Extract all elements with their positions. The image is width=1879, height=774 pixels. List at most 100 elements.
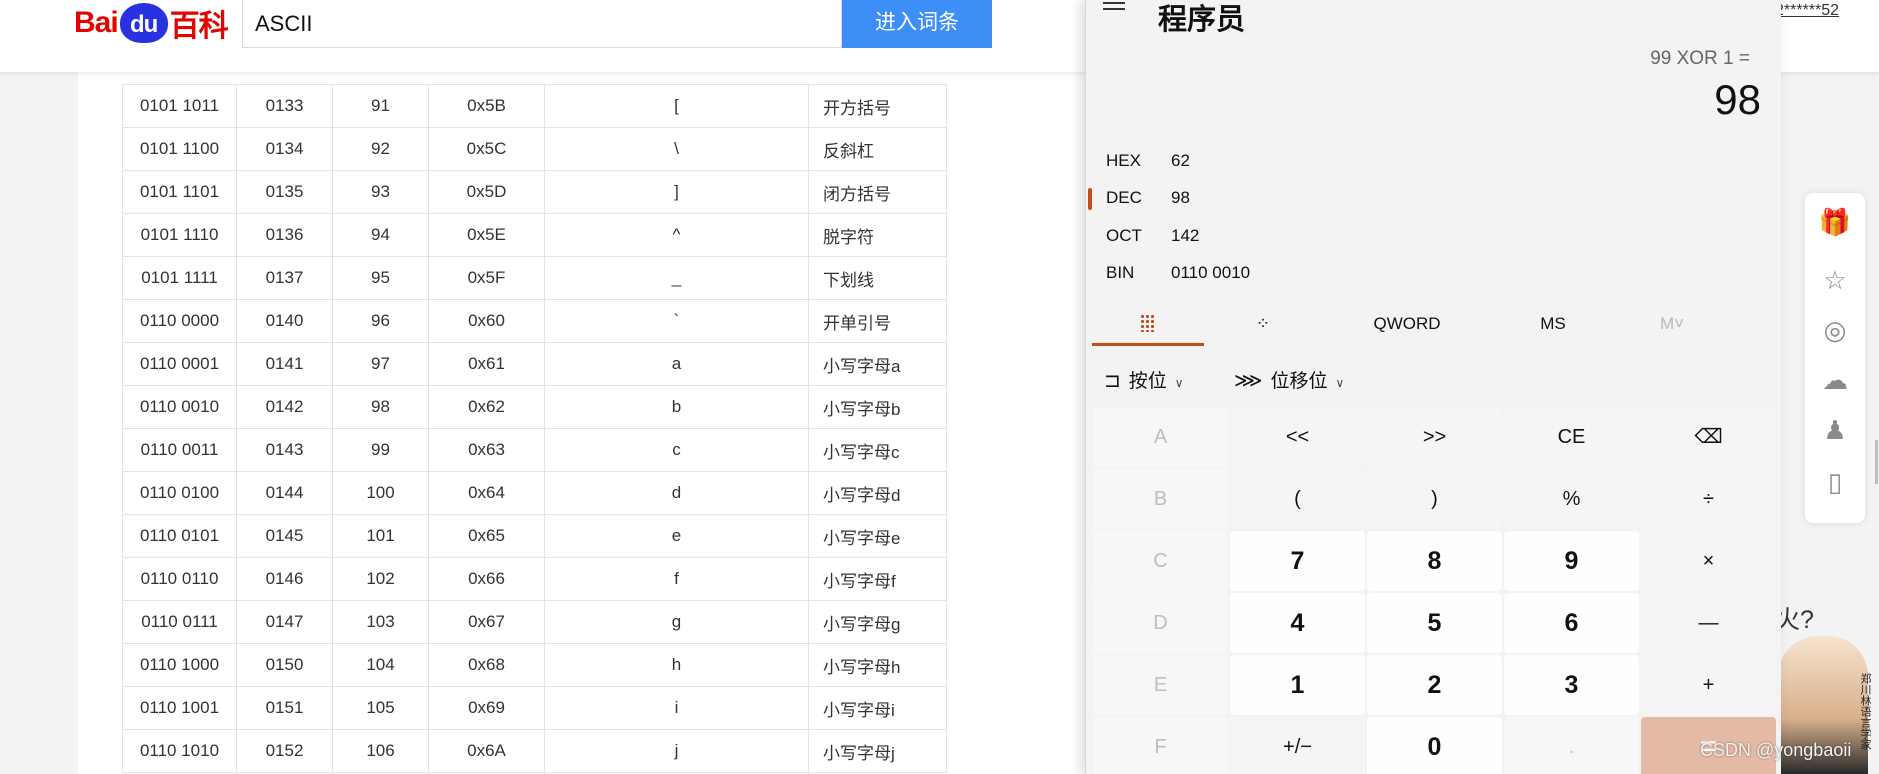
- calculator-mode-title: 程序员: [1158, 2, 1246, 36]
- digit-3-key[interactable]: 3: [1504, 655, 1639, 715]
- full-keypad-tab[interactable]: [1092, 306, 1204, 346]
- gift-icon[interactable]: 🎁: [1818, 205, 1852, 239]
- digit-4-key[interactable]: 4: [1230, 593, 1365, 653]
- hex-cell: 0x60: [428, 299, 545, 343]
- table-row: 0110 0100 0144 100 0x64 d 小写字母d: [122, 471, 947, 515]
- binary-cell: 0110 1001: [122, 686, 237, 730]
- weibo-icon[interactable]: ◎: [1818, 313, 1852, 347]
- chevron-down-icon: ∨: [1174, 376, 1184, 390]
- radix-oct[interactable]: OCT 142: [1086, 222, 1386, 252]
- modulo-key[interactable]: %: [1504, 469, 1639, 529]
- page-scrollbar[interactable]: [1875, 440, 1878, 484]
- hex-label: HEX: [1106, 151, 1141, 170]
- memory-store-button[interactable]: MS: [1492, 306, 1614, 346]
- digit-2-key[interactable]: 2: [1367, 655, 1502, 715]
- binary-cell: 0110 0001: [122, 342, 237, 386]
- radix-hex[interactable]: HEX 62: [1086, 147, 1386, 177]
- qq-icon[interactable]: ♟: [1818, 413, 1852, 447]
- bin-value: 0110 0010: [1171, 263, 1251, 282]
- radix-bin[interactable]: BIN 0110 0010: [1086, 259, 1386, 289]
- binary-cell: 0110 0101: [122, 514, 237, 558]
- decimal-cell: 94: [332, 213, 429, 257]
- octal-cell: 0140: [236, 299, 333, 343]
- binary-cell: 0101 1111: [122, 256, 237, 300]
- hex-a-key[interactable]: A: [1093, 407, 1228, 467]
- expression-display: 99 XOR 1 =: [1650, 48, 1750, 69]
- divide-key[interactable]: ÷: [1641, 469, 1776, 529]
- decimal-key[interactable]: .: [1504, 717, 1639, 774]
- char-cell: ]: [544, 170, 809, 214]
- decimal-cell: 98: [332, 385, 429, 429]
- ad-caption: 郑川林语言学家: [1859, 673, 1871, 750]
- decimal-cell: 102: [332, 557, 429, 601]
- binary-cell: 0110 1000: [122, 643, 237, 687]
- digit-8-key[interactable]: 8: [1367, 531, 1502, 591]
- table-row: 0110 0001 0141 97 0x61 a 小写字母a: [122, 342, 947, 386]
- right-paren-key[interactable]: ): [1367, 469, 1502, 529]
- char-cell: `: [544, 299, 809, 343]
- digit-6-key[interactable]: 6: [1504, 593, 1639, 653]
- hex-value: 62: [1171, 151, 1190, 170]
- subtract-key[interactable]: —: [1641, 593, 1776, 653]
- backspace-key[interactable]: ⌫: [1641, 407, 1776, 467]
- baidu-baike-logo[interactable]: Bai du 百科: [74, 2, 229, 44]
- memory-view-button[interactable]: M˅: [1622, 306, 1722, 346]
- char-cell: _: [544, 256, 809, 300]
- enter-entry-button[interactable]: 进入词条: [842, 0, 992, 48]
- bitshift-dropdown[interactable]: ⋙ 位移位 ∨: [1234, 366, 1344, 393]
- table-row: 0101 1110 0136 94 0x5E ^ 脱字符: [122, 213, 947, 257]
- decimal-cell: 101: [332, 514, 429, 558]
- hex-f-key[interactable]: F: [1093, 717, 1228, 774]
- char-cell: e: [544, 514, 809, 558]
- star-icon[interactable]: ☆: [1818, 263, 1852, 297]
- table-row: 0110 1001 0151 105 0x69 i 小写字母i: [122, 686, 947, 730]
- multiply-key[interactable]: ×: [1641, 531, 1776, 591]
- hex-cell: 0x5F: [428, 256, 545, 300]
- hex-cell: 0x63: [428, 428, 545, 472]
- char-cell: f: [544, 557, 809, 601]
- left-shift-key[interactable]: <<: [1230, 407, 1365, 467]
- decimal-cell: 106: [332, 729, 429, 773]
- binary-cell: 0101 1011: [122, 84, 237, 128]
- wechat-icon[interactable]: ☁: [1818, 363, 1852, 397]
- hex-c-key[interactable]: C: [1093, 531, 1228, 591]
- table-row: 0110 0000 0140 96 0x60 ` 开单引号: [122, 299, 947, 343]
- octal-cell: 0135: [236, 170, 333, 214]
- char-cell: ^: [544, 213, 809, 257]
- octal-cell: 0145: [236, 514, 333, 558]
- decimal-cell: 96: [332, 299, 429, 343]
- digit-1-key[interactable]: 1: [1230, 655, 1365, 715]
- hex-d-key[interactable]: D: [1093, 593, 1228, 653]
- bitwise-dropdown[interactable]: ⊐ 按位 ∨: [1104, 366, 1184, 393]
- description-cell: 下划线: [808, 256, 947, 300]
- logo-text-left: Bai: [74, 6, 119, 39]
- left-paren-key[interactable]: (: [1230, 469, 1365, 529]
- oct-value: 142: [1171, 226, 1200, 245]
- search-input[interactable]: ASCII: [242, 0, 842, 48]
- right-shift-key[interactable]: >>: [1367, 407, 1502, 467]
- user-link[interactable]: 2******52: [1775, 2, 1839, 20]
- hex-e-key[interactable]: E: [1093, 655, 1228, 715]
- word-size-button[interactable]: QWORD: [1327, 306, 1487, 346]
- description-cell: 小写字母f: [808, 557, 947, 601]
- share-toolbar: 🎁 ☆ ◎ ☁ ♟ ▯: [1805, 193, 1865, 523]
- digit-9-key[interactable]: 9: [1504, 531, 1639, 591]
- menu-icon[interactable]: [1103, 2, 1127, 18]
- add-key[interactable]: +: [1641, 655, 1776, 715]
- mobile-icon[interactable]: ▯: [1818, 465, 1852, 499]
- binary-cell: 0110 0000: [122, 299, 237, 343]
- dec-value: 98: [1171, 188, 1190, 207]
- char-cell: h: [544, 643, 809, 687]
- octal-cell: 0151: [236, 686, 333, 730]
- digit-0-key[interactable]: 0: [1367, 717, 1502, 774]
- binary-cell: 0110 0111: [122, 600, 237, 644]
- radix-dec[interactable]: DEC 98: [1086, 184, 1386, 214]
- bit-toggle-tab[interactable]: ⁘: [1207, 306, 1319, 346]
- hex-b-key[interactable]: B: [1093, 469, 1228, 529]
- bitshift-icon: ⋙: [1234, 370, 1263, 392]
- digit-7-key[interactable]: 7: [1230, 531, 1365, 591]
- negate-key[interactable]: +/−: [1230, 717, 1365, 774]
- decimal-cell: 97: [332, 342, 429, 386]
- digit-5-key[interactable]: 5: [1367, 593, 1502, 653]
- clear-entry-key[interactable]: CE: [1504, 407, 1639, 467]
